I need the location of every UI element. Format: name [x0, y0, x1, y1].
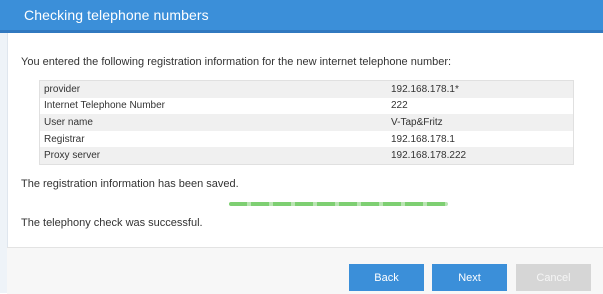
cancel-button[interactable]: Cancel: [516, 264, 591, 291]
info-value: 192.168.178.1*: [391, 83, 459, 95]
info-label: Proxy server: [44, 150, 101, 162]
info-row-username: User name V-Tap&Fritz: [40, 114, 573, 131]
info-row-number: Internet Telephone Number 222: [40, 98, 573, 115]
dialog-header: Checking telephone numbers: [0, 0, 603, 33]
registration-info-table: provider 192.168.178.1* Internet Telepho…: [39, 80, 574, 165]
info-value: 192.168.178.222: [391, 150, 467, 162]
success-message: The telephony check was successful.: [21, 217, 203, 229]
intro-text: You entered the following registration i…: [21, 56, 452, 68]
back-button[interactable]: Back: [349, 264, 424, 291]
info-value: V-Tap&Fritz: [391, 116, 443, 128]
info-label: provider: [44, 83, 81, 95]
info-label: Internet Telephone Number: [44, 100, 166, 112]
saved-message: The registration information has been sa…: [21, 178, 239, 190]
next-button[interactable]: Next: [432, 264, 507, 291]
info-row-proxy: Proxy server 192.168.178.222: [40, 147, 573, 164]
info-row-provider: provider 192.168.178.1*: [40, 81, 573, 98]
info-value: 192.168.178.1: [391, 133, 455, 145]
button-bar: [7, 247, 603, 294]
info-row-registrar: Registrar 192.168.178.1: [40, 131, 573, 148]
progress-bar: [229, 202, 448, 206]
dialog-title: Checking telephone numbers: [24, 7, 209, 23]
info-label: User name: [44, 116, 93, 128]
info-label: Registrar: [44, 133, 85, 145]
info-value: 222: [391, 100, 408, 112]
